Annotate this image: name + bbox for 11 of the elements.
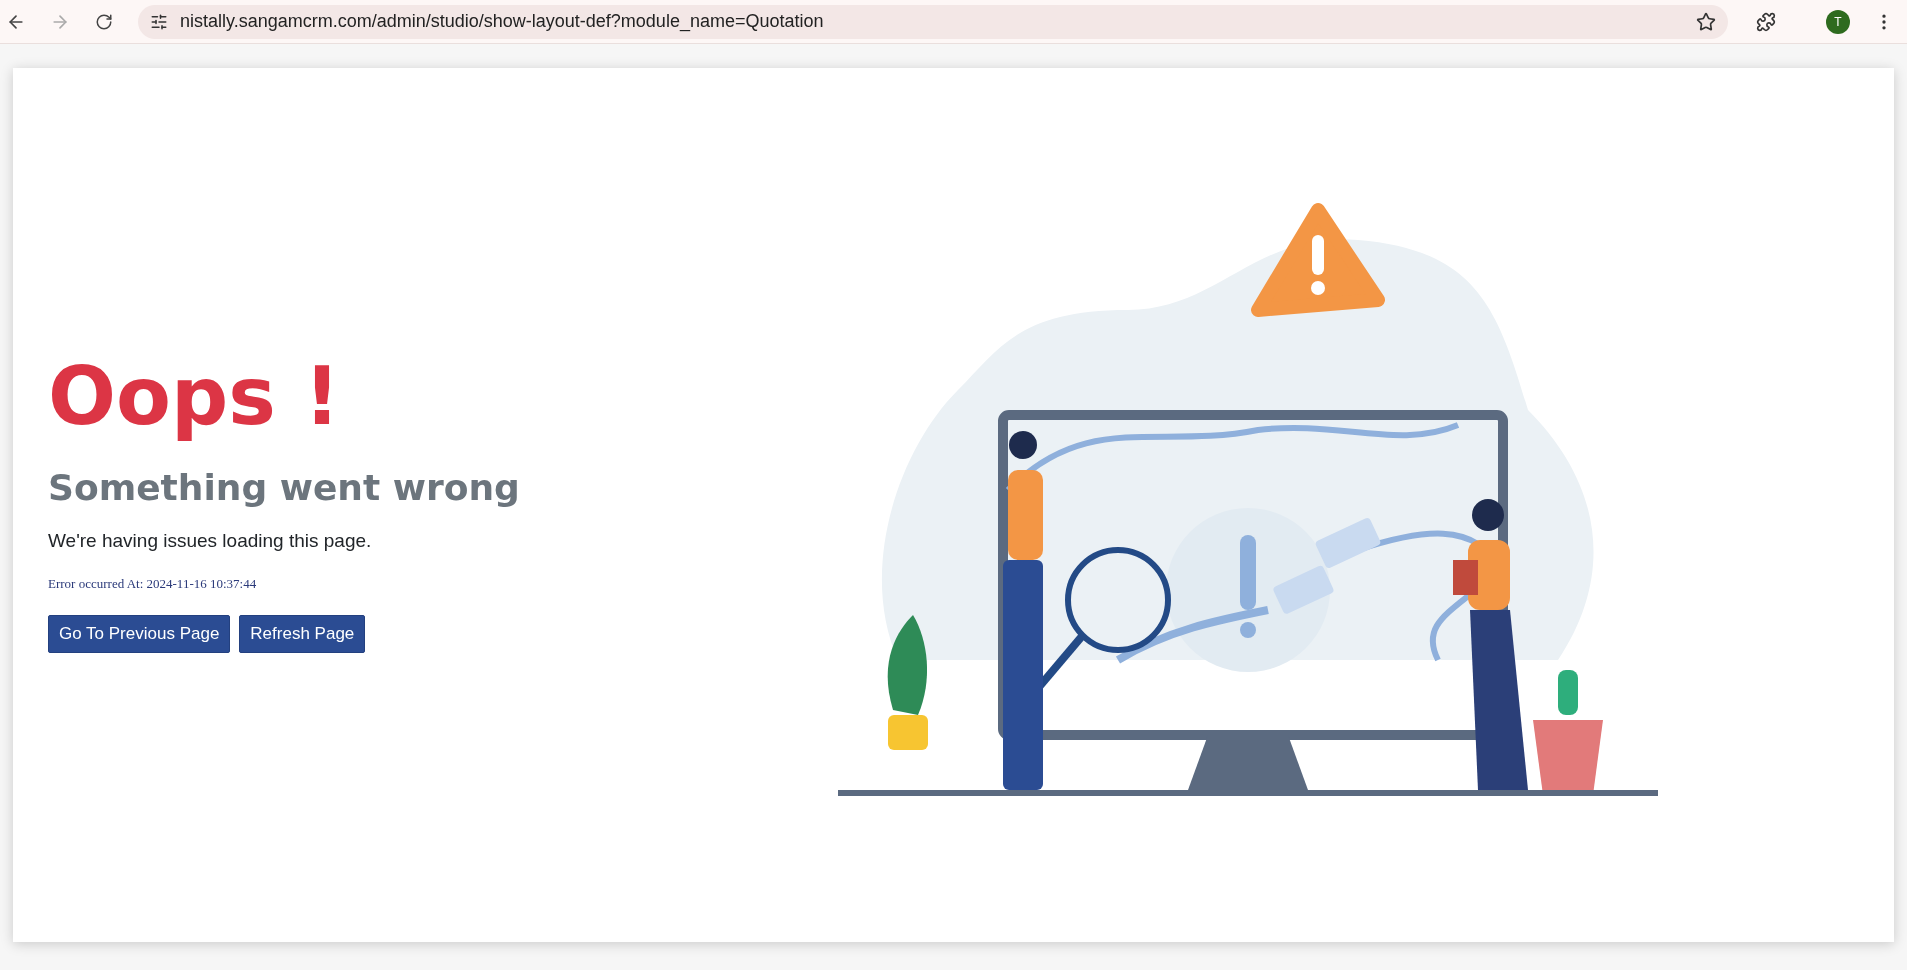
address-bar[interactable]: nistally.sangamcrm.com/admin/studio/show-layout-def?module_name=Quotation [138,4,1728,39]
error-message: We're having issues loading this page. [48,529,373,553]
error-timestamp: Error occurred At: 2024-11-16 10:37:44 [48,574,258,593]
extensions-icon[interactable] [1756,11,1776,32]
action-button[interactable]: Refresh Page [239,615,366,653]
url-text: nistally.sangamcrm.com/admin/studio/show-layout-def?module_name=Quotation [180,10,824,34]
error-subtitle: Something went wrong [48,466,521,510]
site-settings-icon[interactable] [150,12,168,31]
profile-avatar[interactable]: T [1826,9,1850,34]
bookmark-star-icon[interactable] [1696,11,1716,32]
action-button[interactable]: Go To Previous Page [48,615,231,653]
